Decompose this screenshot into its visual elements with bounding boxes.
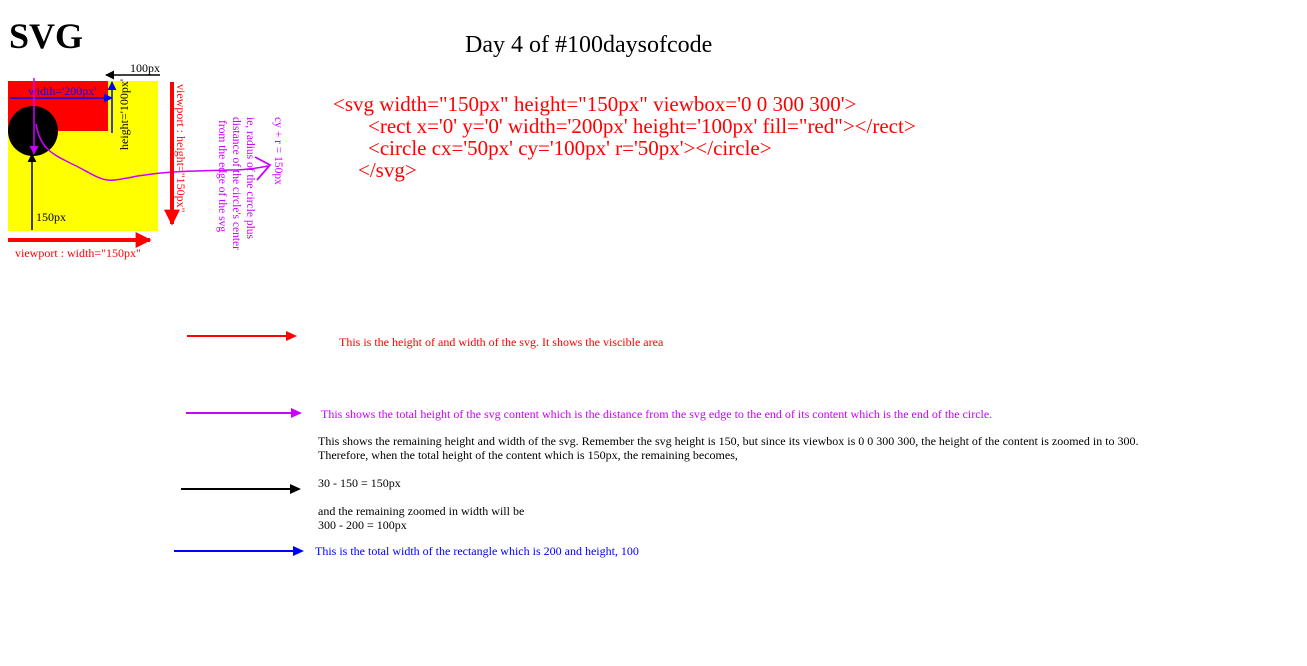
- legend-black-width-description: and the remaining zoomed in width will b…: [318, 504, 524, 532]
- legend-black-description: This shows the remaining height and widt…: [318, 434, 1139, 462]
- svg-explanation-diagram: width='200px' height='100px' 100px 150px…: [8, 61, 284, 260]
- legend-red-arrow: [187, 331, 297, 341]
- label-viewport-width: viewport : width="150px": [15, 246, 141, 260]
- page-title: Day 4 of #100daysofcode: [465, 32, 713, 58]
- legend-red-description: This is the height of and width of the s…: [339, 335, 664, 349]
- black-circle: [8, 106, 58, 156]
- label-150px: 150px: [36, 210, 66, 224]
- legend-magenta-arrow: [186, 408, 302, 418]
- label-radius-line1: ie, radius of the circle plus: [244, 117, 256, 240]
- legend-blue-arrow: [174, 546, 304, 556]
- label-cy-plus-r: cy + r = 150px: [272, 117, 284, 185]
- code-line-svg-close: </svg>: [358, 158, 417, 182]
- legend-blue-description: This is the total width of the rectangle…: [315, 544, 639, 558]
- legend-black-line2: Therefore, when the total height of the …: [318, 448, 738, 462]
- legend-black-width-calc: 300 - 200 = 100px: [318, 518, 407, 532]
- label-height-100: height='100px': [117, 79, 131, 150]
- label-radius-line2: distance of the circle's center: [230, 117, 242, 250]
- legend-black-line3: and the remaining zoomed in width will b…: [318, 504, 525, 518]
- label-viewport-height: viewport : height="150px": [174, 84, 188, 213]
- legend-black-line1: This shows the remaining height and widt…: [318, 434, 1139, 448]
- code-line-svg-open: <svg width="150px" height="150px" viewbo…: [333, 92, 857, 116]
- label-100px: 100px: [130, 61, 160, 75]
- legend-black-height-calc: 30 - 150 = 150px: [318, 476, 401, 490]
- legend-black-arrow: [181, 484, 301, 494]
- code-line-circle: <circle cx='50px' cy='100px' r='50px'></…: [368, 136, 772, 160]
- label-radius-line3: from the edge of the svg: [216, 120, 228, 232]
- code-line-rect: <rect x='0' y='0' width='200px' height='…: [368, 114, 916, 138]
- logo-title: SVG: [9, 16, 84, 56]
- label-width-200: width='200px': [28, 84, 96, 98]
- legend-magenta-description: This shows the total height of the svg c…: [321, 407, 993, 421]
